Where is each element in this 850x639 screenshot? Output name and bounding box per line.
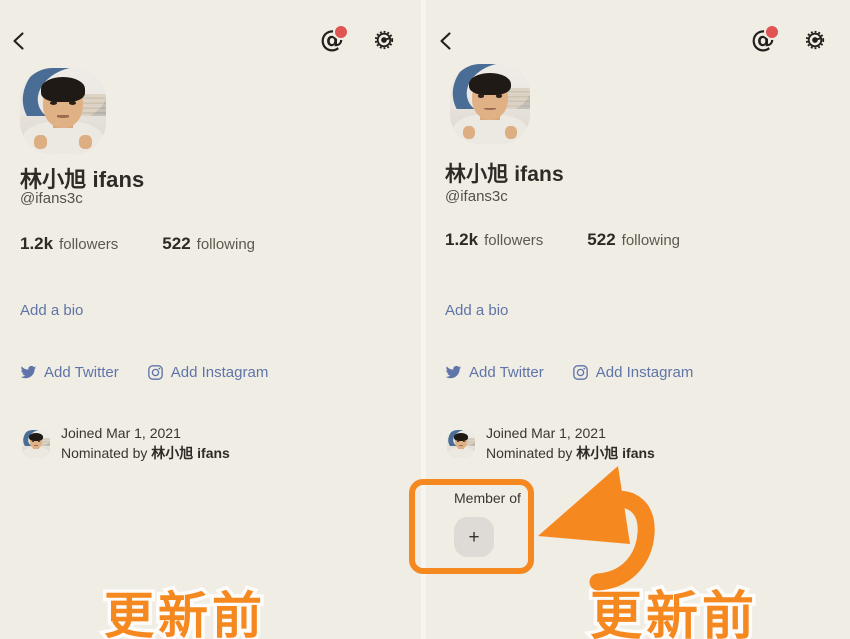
following-count: 522 <box>587 230 616 249</box>
stat-followers[interactable]: 1.2k followers <box>445 230 543 250</box>
nominator-avatar[interactable] <box>22 429 50 458</box>
add-bio-link[interactable]: Add a bio <box>20 302 83 319</box>
avatar-image <box>20 68 106 154</box>
add-twitter-link[interactable]: Add Twitter <box>445 364 544 381</box>
user-handle: @ifans3c <box>20 190 83 207</box>
annotation-arrow <box>520 462 680 592</box>
twitter-icon <box>20 365 37 379</box>
nominator-name: 林小旭 ifans <box>576 444 655 461</box>
joined-block: Joined Mar 1, 2021 Nominated by 林小旭 ifan… <box>22 424 230 464</box>
instagram-icon <box>147 365 163 380</box>
back-button[interactable] <box>8 30 30 52</box>
followers-label: followers <box>484 232 544 249</box>
display-name-right: 林小旭 ifans <box>445 163 564 186</box>
header-actions-right: @ <box>750 24 828 53</box>
joined-date: Joined Mar 1, 2021 <box>486 425 606 441</box>
following-label: following <box>621 232 681 249</box>
curved-arrow-icon <box>538 466 655 591</box>
header-actions-left: @ <box>319 24 397 53</box>
nominator-avatar[interactable] <box>447 429 475 458</box>
add-instagram-link[interactable]: Add Instagram <box>572 364 694 381</box>
instagram-icon <box>572 365 588 380</box>
add-instagram-label: Add Instagram <box>595 364 694 381</box>
joined-block-right: Joined Mar 1, 2021 Nominated by 林小旭 ifan… <box>447 424 655 464</box>
add-bio-link-right[interactable]: Add a bio <box>445 302 508 319</box>
back-button-right[interactable] <box>435 30 457 52</box>
stats-row: 1.2k followers 522 following <box>20 234 255 254</box>
nominated-by-line: Nominated by 林小旭 ifans <box>486 444 655 464</box>
nominated-prefix: Nominated by <box>61 444 152 461</box>
following-label: following <box>196 236 256 253</box>
followers-count: 1.2k <box>445 230 479 249</box>
overlay-caption-left: 更新前 <box>101 584 266 639</box>
panel-left: @ 林小旭 ifans @ifans3c 1.2k followers 522 … <box>0 0 421 639</box>
joined-date: Joined Mar 1, 2021 <box>61 425 181 441</box>
add-twitter-link[interactable]: Add Twitter <box>20 364 119 381</box>
avatar-image <box>450 64 530 144</box>
nominated-by-line: Nominated by 林小旭 ifans <box>61 444 230 464</box>
gear-icon <box>805 30 825 50</box>
notification-badge <box>764 24 780 40</box>
stat-following[interactable]: 522 following <box>162 234 255 254</box>
stat-following[interactable]: 522 following <box>587 230 680 250</box>
add-twitter-label: Add Twitter <box>469 364 544 381</box>
nominated-prefix: Nominated by <box>486 444 577 461</box>
followers-label: followers <box>59 236 119 253</box>
settings-button-right[interactable] <box>802 27 828 53</box>
member-of-highlight <box>409 479 534 574</box>
at-mention-button[interactable]: @ <box>319 24 349 53</box>
user-handle-right: @ifans3c <box>445 188 508 205</box>
settings-button[interactable] <box>371 27 397 53</box>
profile-avatar-right[interactable] <box>450 64 530 144</box>
screenshot-stage: @ 林小旭 ifans @ifans3c 1.2k followers 522 … <box>0 0 850 639</box>
following-count: 522 <box>162 234 191 253</box>
notification-badge <box>333 24 349 40</box>
social-links-row: Add Twitter Add Instagram <box>20 364 268 381</box>
add-instagram-link[interactable]: Add Instagram <box>147 364 269 381</box>
add-instagram-label: Add Instagram <box>170 364 269 381</box>
nominator-name: 林小旭 ifans <box>151 444 230 461</box>
social-links-row-right: Add Twitter Add Instagram <box>445 364 693 381</box>
add-twitter-label: Add Twitter <box>44 364 119 381</box>
profile-avatar[interactable] <box>20 68 106 154</box>
gear-icon <box>374 30 394 50</box>
followers-count: 1.2k <box>20 234 54 253</box>
twitter-icon <box>445 365 462 379</box>
stat-followers[interactable]: 1.2k followers <box>20 234 118 254</box>
at-mention-button-right[interactable]: @ <box>750 24 780 53</box>
stats-row-right: 1.2k followers 522 following <box>445 230 680 250</box>
